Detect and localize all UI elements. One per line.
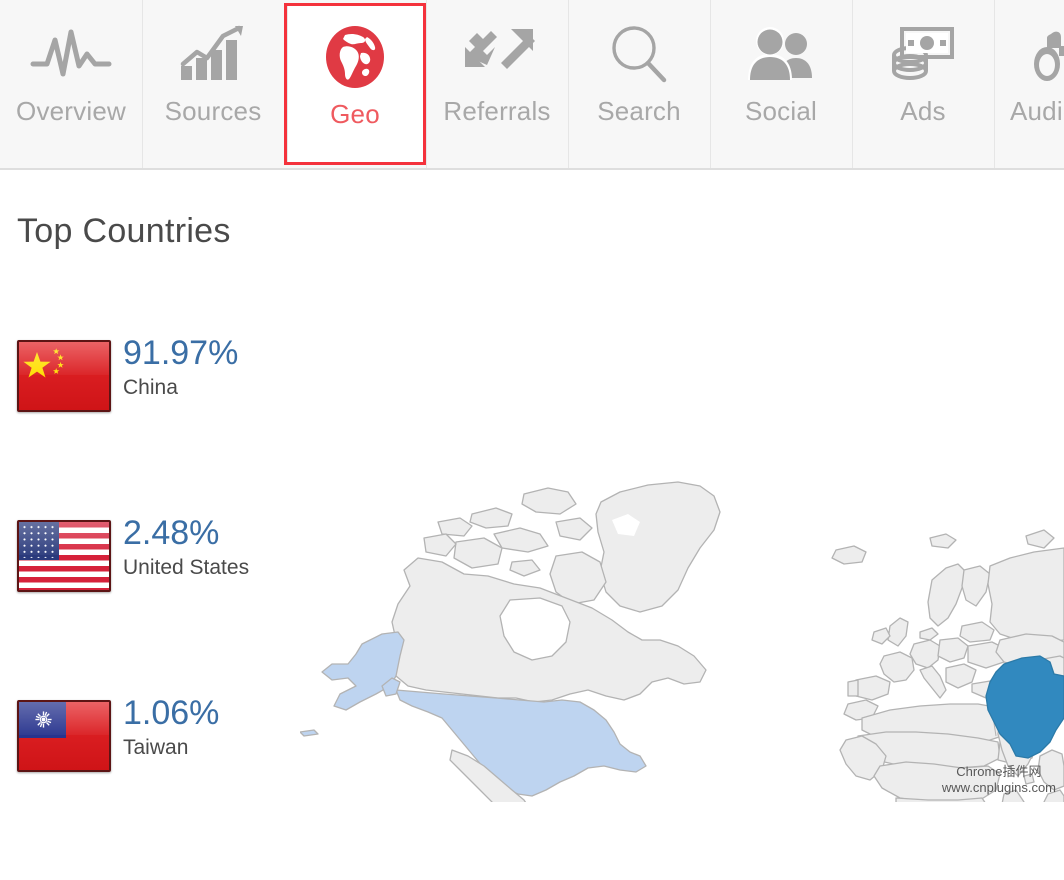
- country-poland: [937, 637, 969, 663]
- tab-search-label: Search: [597, 96, 681, 126]
- country-percent: 91.97%: [123, 334, 239, 372]
- tab-referrals[interactable]: Referrals: [426, 0, 568, 168]
- people-icon: [744, 18, 818, 92]
- country-united-states-mainland: [395, 689, 647, 797]
- taiwan-flag-sun: [35, 711, 52, 728]
- country-meta: 2.48% United States: [123, 516, 250, 579]
- country-name: Taiwan: [123, 736, 189, 759]
- island-arctic-b: [437, 517, 473, 537]
- list-item[interactable]: 91.97% China: [0, 336, 300, 520]
- country-france: [879, 651, 915, 683]
- united-states-flag: [17, 520, 111, 592]
- china-flag-stars: [23, 348, 64, 378]
- country-united-states-alaska: [321, 631, 405, 711]
- watermark: Chrome插件网 www.cnplugins.com: [942, 764, 1056, 797]
- taiwan-flag: [17, 700, 111, 772]
- tab-ads-label: Ads: [900, 96, 946, 126]
- tab-social[interactable]: Social: [710, 0, 852, 168]
- analytics-tab-bar: Overview Sources Geo Referrals Search So…: [0, 0, 1064, 170]
- tab-geo-label: Geo: [330, 99, 380, 129]
- globe-icon: [321, 21, 389, 95]
- bar-chart-icon: [177, 18, 249, 92]
- tab-sources-label: Sources: [164, 96, 262, 126]
- us-flag-canton: [19, 522, 59, 560]
- country-percent: 2.48%: [123, 514, 220, 552]
- country-meta: 1.06% Taiwan: [123, 696, 219, 759]
- country-united-kingdom: [887, 617, 909, 647]
- tab-overview-label: Overview: [16, 96, 126, 126]
- island-small-a: [509, 559, 541, 577]
- island-ellesmere: [521, 487, 577, 515]
- country-norway-sweden: [927, 563, 967, 627]
- island-arctic-d: [555, 517, 593, 541]
- island-novaya-zemlya: [1025, 529, 1055, 549]
- country-russia: [987, 547, 1064, 643]
- tab-referrals-label: Referrals: [443, 96, 551, 126]
- tab-geo[interactable]: Geo: [284, 3, 426, 165]
- island-victoria: [453, 537, 503, 569]
- country-ireland: [871, 627, 891, 645]
- list-item[interactable]: 1.06% Taiwan: [0, 696, 300, 880]
- country-greenland: [595, 481, 721, 613]
- country-name: China: [123, 376, 178, 399]
- country-denmark: [919, 627, 939, 641]
- country-iceland: [831, 545, 867, 565]
- country-meta: 91.97% China: [123, 336, 238, 399]
- country-italy: [919, 665, 947, 699]
- china-flag: [17, 340, 111, 412]
- country-belarus-baltics: [959, 621, 995, 643]
- list-item[interactable]: 2.48% United States: [0, 516, 300, 700]
- pulse-icon: [29, 18, 113, 92]
- tab-audience[interactable]: Audience: [994, 0, 1064, 168]
- money-icon: [888, 18, 958, 92]
- country-finland: [961, 565, 991, 607]
- tab-sources[interactable]: Sources: [142, 0, 284, 168]
- tab-search[interactable]: Search: [568, 0, 710, 168]
- country-list: 91.97% China 2.48% United States 1.06% T…: [0, 336, 300, 880]
- top-countries-panel: Top Countries 91.97% China 2.48% United …: [0, 170, 300, 802]
- tab-audience-label: Audience: [1009, 96, 1064, 126]
- country-name: United States: [123, 556, 250, 579]
- country-portugal: [847, 679, 859, 697]
- tab-ads[interactable]: Ads: [852, 0, 994, 168]
- binoculars-icon: [1029, 18, 1064, 92]
- island-svalbard: [929, 533, 957, 549]
- arrows-icon: [457, 18, 537, 92]
- island-banks: [423, 533, 457, 557]
- tab-overview[interactable]: Overview: [0, 0, 142, 168]
- page-title: Top Countries: [17, 212, 231, 250]
- watermark-line-2: www.cnplugins.com: [941, 779, 1056, 795]
- country-germany: [909, 639, 941, 669]
- tab-social-label: Social: [744, 96, 817, 126]
- island-aleutians: [299, 729, 319, 737]
- watermark-line-1: Chrome插件网: [956, 763, 1042, 779]
- search-icon: [606, 18, 672, 92]
- island-arctic-a: [469, 507, 513, 529]
- country-percent: 1.06%: [123, 694, 220, 732]
